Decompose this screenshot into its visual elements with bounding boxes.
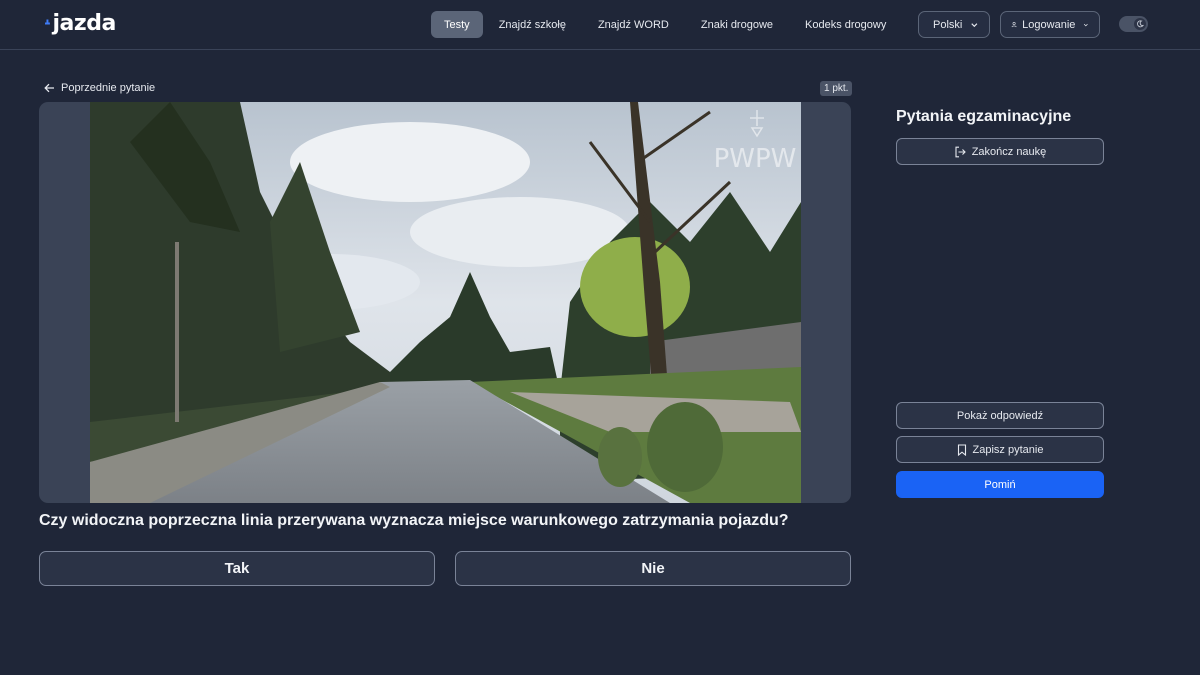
- nav-item-znajdz-word[interactable]: Znajdź WORD: [585, 11, 682, 38]
- login-dropdown[interactable]: Logowanie: [1000, 11, 1100, 38]
- image-watermark: PWPW: [714, 144, 797, 174]
- chevron-down-icon: [1084, 23, 1089, 26]
- logo[interactable]: ˔jazda: [42, 11, 116, 36]
- nav-item-testy[interactable]: Testy: [431, 11, 483, 38]
- logo-accent: ˔: [42, 11, 53, 36]
- points-badge: 1 pkt.: [820, 81, 853, 96]
- bookmark-icon: [957, 443, 966, 456]
- sidebar-title: Pytania egzaminacyjne: [896, 108, 1072, 125]
- nav-item-kodeks-drogowy[interactable]: Kodeks drogowy: [792, 11, 899, 38]
- toggle-knob: [1134, 18, 1146, 30]
- user-icon: [1011, 22, 1017, 28]
- road-scene-image: PWPW: [90, 102, 801, 503]
- top-navbar: ˔jazda Testy Znajdź szkołę Znajdź WORD Z…: [0, 0, 1200, 50]
- end-study-button[interactable]: Zakończ naukę: [896, 138, 1104, 165]
- show-answer-label: Pokaż odpowiedź: [956, 409, 1044, 422]
- show-answer-button[interactable]: Pokaż odpowiedź: [896, 402, 1104, 429]
- moon-icon: [1137, 20, 1144, 28]
- login-label: Logowanie: [1022, 18, 1076, 31]
- answer-yes-button[interactable]: Tak: [39, 551, 435, 586]
- theme-toggle[interactable]: [1119, 16, 1148, 32]
- question-media-frame: PWPW: [39, 102, 851, 503]
- language-label: Polski: [933, 18, 963, 31]
- language-select[interactable]: Polski: [918, 11, 990, 38]
- answer-no-button[interactable]: Nie: [455, 551, 851, 586]
- previous-question-link[interactable]: Poprzednie pytanie: [44, 81, 155, 95]
- previous-question-label: Poprzednie pytanie: [61, 82, 156, 94]
- end-study-label: Zakończ naukę: [971, 145, 1047, 158]
- skip-button[interactable]: Pomiń: [896, 471, 1104, 498]
- skip-label: Pomiń: [984, 478, 1016, 491]
- nav-item-znajdz-szkole[interactable]: Znajdź szkołę: [486, 11, 579, 38]
- logo-text: jazda: [52, 11, 117, 36]
- main-nav: Testy Znajdź szkołę Znajdź WORD Znaki dr…: [431, 11, 956, 38]
- question-text: Czy widoczna poprzeczna linia przerywana…: [39, 512, 789, 529]
- arrow-left-icon: [44, 83, 54, 93]
- save-question-label: Zapisz pytanie: [972, 443, 1044, 456]
- chevron-down-icon: [971, 22, 978, 27]
- logout-icon: [955, 146, 966, 157]
- nav-item-znaki-drogowe[interactable]: Znaki drogowe: [688, 11, 786, 38]
- save-question-button[interactable]: Zapisz pytanie: [896, 436, 1104, 463]
